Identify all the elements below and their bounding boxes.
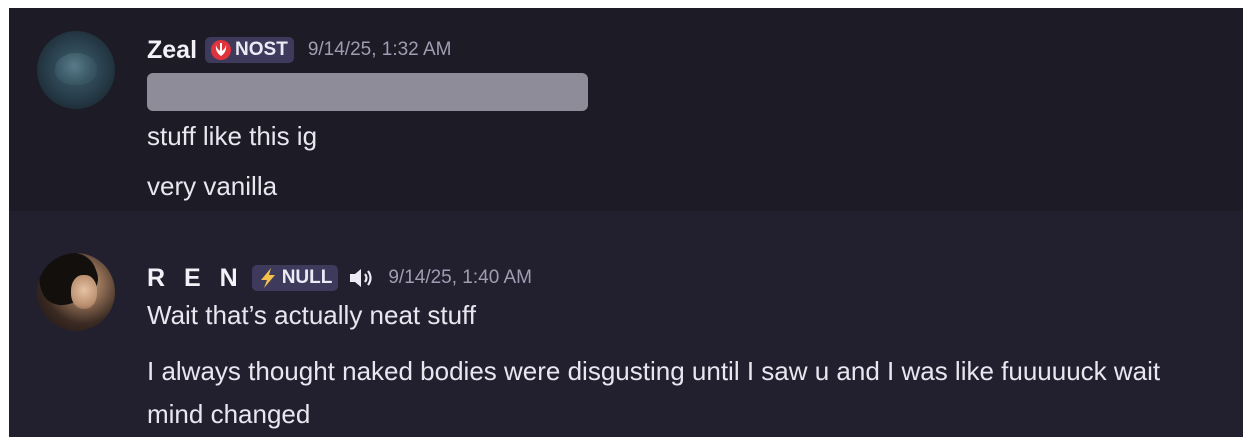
chat-log: Zeal NOST 9/14/25, 1:32 AM stuff like th… — [9, 8, 1243, 437]
message-text: stuff like this ig — [147, 121, 318, 151]
username[interactable]: R E N — [147, 264, 244, 293]
avatar[interactable] — [37, 31, 115, 109]
message-text: I always thought naked bodies were disgu… — [147, 356, 1161, 429]
lightning-bolt-icon — [260, 268, 275, 288]
rebel-alliance-icon — [211, 40, 232, 60]
message-text: very vanilla — [147, 171, 278, 201]
avatar-image — [55, 53, 97, 85]
message-item[interactable]: R E N NULL 9/14/25, 1:40 AM Wait that’s … — [9, 211, 1243, 437]
avatar-face — [71, 275, 97, 309]
timestamp[interactable]: 9/14/25, 1:32 AM — [308, 39, 452, 61]
username[interactable]: Zeal — [147, 36, 197, 65]
tag-label: NULL — [281, 267, 333, 288]
timestamp[interactable]: 9/14/25, 1:40 AM — [388, 267, 532, 289]
speaker-icon — [350, 269, 372, 287]
message-header: R E N NULL 9/14/25, 1:40 AM — [147, 262, 532, 294]
message-text: Wait that’s actually neat stuff — [147, 300, 477, 330]
avatar[interactable] — [37, 253, 115, 331]
tag-label: NOST — [235, 39, 288, 60]
message-item[interactable]: Zeal NOST 9/14/25, 1:32 AM stuff like th… — [9, 8, 1243, 211]
server-tag[interactable]: NOST — [205, 37, 294, 63]
message-header: Zeal NOST 9/14/25, 1:32 AM — [147, 34, 451, 66]
server-tag[interactable]: NULL — [251, 265, 339, 291]
redacted-content — [147, 73, 588, 111]
